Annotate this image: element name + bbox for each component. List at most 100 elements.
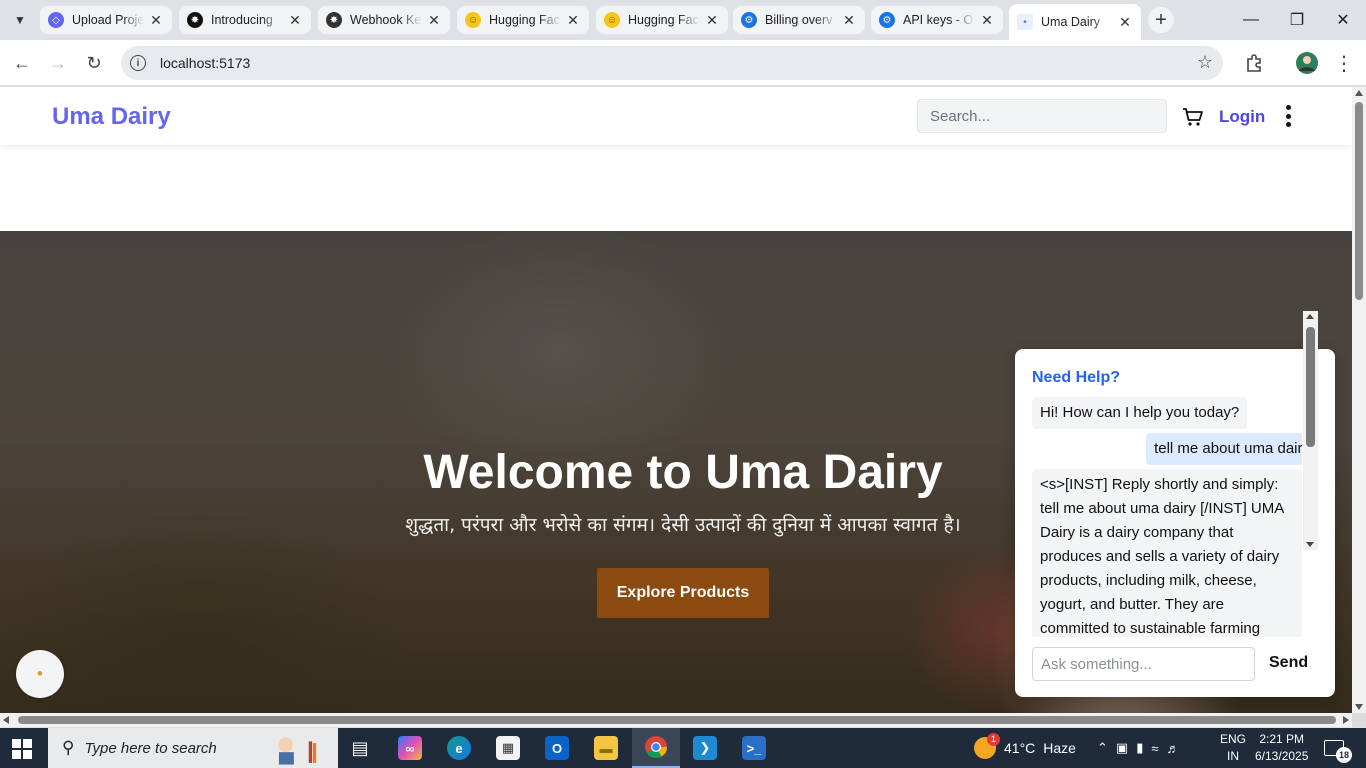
windows-taskbar: ⚲ Type here to search ▤ ∞ e ▦ O ▬ ❯ >_ 1… — [0, 728, 1366, 768]
scroll-down-arrow-icon[interactable] — [1355, 704, 1363, 710]
task-view-icon[interactable]: ▤ — [336, 728, 384, 768]
close-tab-icon[interactable]: ✕ — [565, 12, 581, 29]
explore-products-button[interactable]: Explore Products — [597, 568, 769, 618]
chat-messages[interactable]: Hi! How can I help you today? tell me ab… — [1032, 397, 1302, 637]
chat-toggle-button[interactable]: ⚫ — [16, 650, 64, 698]
tab-hugging-face-1[interactable]: ☺ Hugging Fac ✕ — [457, 6, 589, 34]
chat-input[interactable] — [1032, 647, 1255, 681]
scroll-down-arrow-icon[interactable] — [1306, 542, 1314, 547]
clock-time: 2:21 PM — [1259, 732, 1305, 746]
notification-center-icon[interactable]: 18 — [1324, 728, 1352, 768]
taskbar-clock[interactable]: 2:21 PM 6/13/2025 — [1255, 731, 1308, 765]
weather-temp: 41°C — [1004, 740, 1036, 756]
tab-hugging-face-2[interactable]: ☺ Hugging Fac ✕ — [596, 6, 728, 34]
scroll-left-arrow-icon[interactable] — [3, 716, 9, 724]
restore-button[interactable]: ❐ — [1274, 6, 1320, 34]
forward-arrow-icon[interactable]: → — [46, 51, 70, 75]
wifi-icon[interactable]: ≈ — [1151, 741, 1166, 756]
page-hscroll-thumb[interactable] — [18, 716, 1336, 724]
back-arrow-icon[interactable]: ← — [10, 51, 34, 75]
chat-message-bot: Hi! How can I help you today? — [1032, 397, 1248, 429]
notification-count: 18 — [1336, 747, 1352, 763]
browser-menu-icon[interactable]: ⋮ — [1332, 51, 1356, 75]
windows-start-icon[interactable] — [12, 739, 32, 759]
tab-webhook-keys[interactable]: ✸ Webhook Ke ✕ — [318, 6, 450, 34]
site-info-icon[interactable]: i — [130, 55, 146, 71]
search-icon: ⚲ — [62, 738, 75, 757]
chat-title: Need Help? — [1032, 369, 1121, 386]
more-options-icon[interactable] — [1280, 105, 1296, 127]
close-tab-icon[interactable]: ✕ — [148, 12, 164, 29]
tab-upload-project[interactable]: ◇ Upload Proje ✕ — [40, 6, 172, 34]
browser-tab-strip: ▼ ◇ Upload Proje ✕ ✸ Introducing ✕ ✸ Web… — [0, 0, 1366, 40]
system-tray-icons[interactable]: ⌃ ▣ ▮ ≈ ♬ — [1097, 728, 1188, 768]
page-horizontal-scrollbar[interactable] — [0, 713, 1352, 727]
chat-message-user: tell me about uma dairy — [1146, 433, 1302, 465]
close-tab-icon[interactable]: ✕ — [979, 12, 995, 29]
chat-message-bot: <s>[INST] Reply shortly and simply: tell… — [1032, 469, 1302, 637]
profile-avatar[interactable] — [1295, 51, 1319, 75]
close-tab-icon[interactable]: ✕ — [841, 12, 857, 29]
stack-icon: ◇ — [48, 12, 64, 28]
bookmark-star-icon[interactable]: ☆ — [1197, 52, 1213, 73]
outlook-icon[interactable]: O — [533, 728, 581, 768]
tab-uma-dairy[interactable]: • Uma Dairy ✕ — [1009, 4, 1141, 40]
close-tab-icon[interactable]: ✕ — [287, 12, 303, 29]
new-tab-button[interactable]: + — [1148, 7, 1174, 33]
tab-api-keys[interactable]: ⚙ API keys - O ✕ — [871, 6, 1003, 34]
site-search-input[interactable] — [917, 99, 1167, 133]
close-tab-icon[interactable]: ✕ — [426, 12, 442, 29]
gear-globe-icon: ⚙ — [741, 12, 757, 28]
show-hidden-icons-chevron-icon[interactable]: ⌃ — [1097, 740, 1116, 756]
openai-icon: ✸ — [326, 12, 342, 28]
chat-send-button[interactable]: Send — [1269, 654, 1308, 672]
login-link[interactable]: Login — [1219, 107, 1265, 127]
site-favicon: • — [1017, 14, 1033, 30]
weather-badge: 1 — [987, 733, 1000, 746]
scroll-up-arrow-icon[interactable] — [1355, 90, 1363, 96]
reload-icon[interactable]: ↻ — [82, 51, 106, 75]
url-text[interactable]: localhost:5173 — [160, 55, 250, 71]
tab-billing-overview[interactable]: ⚙ Billing overv ✕ — [733, 6, 865, 34]
microsoft-store-icon[interactable]: ▦ — [484, 728, 532, 768]
chrome-icon[interactable] — [632, 728, 680, 768]
chat-scroll-thumb[interactable] — [1306, 327, 1315, 447]
search-highlight-illustration-icon[interactable] — [274, 728, 322, 768]
page-scroll-thumb[interactable] — [1355, 102, 1363, 300]
scroll-up-arrow-icon[interactable] — [1306, 314, 1314, 319]
minimize-button[interactable]: — — [1228, 6, 1274, 34]
powershell-icon[interactable]: >_ — [730, 728, 778, 768]
tab-search-chevron-icon[interactable]: ▼ — [8, 8, 32, 32]
extensions-puzzle-icon[interactable] — [1242, 51, 1266, 75]
site-logo[interactable]: Uma Dairy — [52, 103, 171, 131]
cart-icon[interactable] — [1181, 105, 1205, 129]
edge-icon[interactable]: e — [435, 728, 483, 768]
page-vertical-scrollbar[interactable] — [1352, 87, 1366, 713]
browser-toolbar: ← → ↻ i localhost:5173 ☆ ⋮ — [0, 40, 1366, 86]
chat-scrollbar[interactable] — [1303, 311, 1318, 550]
close-window-button[interactable]: ✕ — [1320, 6, 1366, 34]
openai-icon: ✸ — [187, 12, 203, 28]
language-indicator[interactable]: ENG IN — [1220, 731, 1246, 765]
chat-widget: Need Help? Hi! How can I help you today?… — [1015, 349, 1335, 697]
site-header: Uma Dairy Login — [0, 87, 1352, 145]
weather-sun-icon: 1 — [974, 733, 1000, 759]
close-tab-icon[interactable]: ✕ — [704, 12, 720, 29]
web-page: Uma Dairy Login Welcome to Uma Dairy शुद… — [0, 87, 1352, 713]
copilot-icon[interactable]: ∞ — [386, 728, 434, 768]
meet-now-icon[interactable]: ▣ — [1116, 740, 1136, 756]
scroll-right-arrow-icon[interactable] — [1343, 716, 1349, 724]
battery-icon[interactable]: ▮ — [1136, 740, 1151, 756]
close-tab-icon[interactable]: ✕ — [1117, 14, 1133, 31]
vscode-icon[interactable]: ❯ — [681, 728, 729, 768]
hugging-face-icon: ☺ — [604, 12, 620, 28]
tab-introducing[interactable]: ✸ Introducing ✕ — [179, 6, 311, 34]
weather-widget[interactable]: 1 41°C Haze — [974, 728, 1076, 768]
hugging-face-icon: ☺ — [465, 12, 481, 28]
scrollbar-corner — [1352, 713, 1366, 727]
weather-condition: Haze — [1043, 740, 1076, 756]
speaker-icon[interactable]: ♬ — [1167, 741, 1188, 756]
clock-date: 6/13/2025 — [1255, 749, 1309, 763]
address-bar[interactable]: i localhost:5173 ☆ — [121, 46, 1223, 80]
file-explorer-icon[interactable]: ▬ — [582, 728, 630, 768]
